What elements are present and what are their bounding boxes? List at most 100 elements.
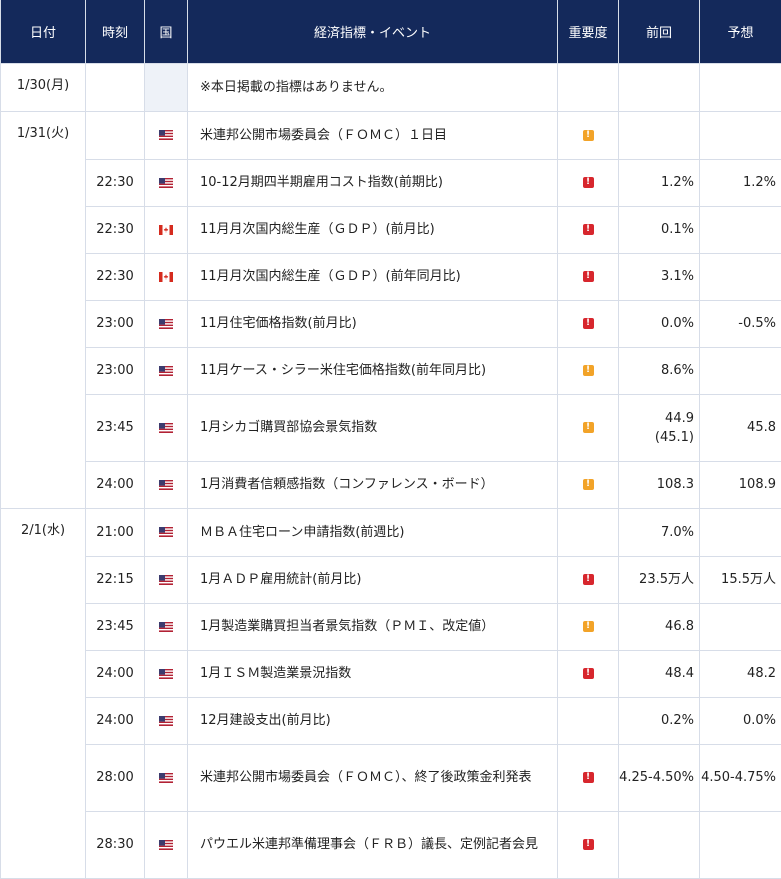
country-cell [145, 394, 188, 461]
table-row: 23:451月シカゴ購買部協会景気指数!44.9(45.1)45.8 [1, 394, 781, 461]
time-cell: 24:00 [86, 697, 145, 744]
importance-high-icon: ! [583, 772, 594, 783]
date-cell [1, 603, 86, 650]
country-cell [145, 300, 188, 347]
importance-cell [558, 509, 619, 557]
importance-mid-icon: ! [583, 130, 594, 141]
date-cell [1, 461, 86, 509]
date-cell [1, 394, 86, 461]
event-cell: 米連邦公開市場委員会（ＦＯＭＣ）、終了後政策金利発表 [188, 744, 558, 811]
forecast-cell: 108.9 [700, 461, 781, 509]
previous-cell: 48.4 [619, 650, 700, 697]
us-flag-icon [159, 423, 173, 433]
importance-cell: ! [558, 461, 619, 509]
forecast-cell: 15.5万人 [700, 556, 781, 603]
importance-cell: ! [558, 159, 619, 206]
previous-cell: 0.0% [619, 300, 700, 347]
forecast-cell [700, 811, 781, 879]
importance-cell: ! [558, 300, 619, 347]
country-cell [145, 206, 188, 253]
time-cell: 23:45 [86, 394, 145, 461]
table-row: 22:30 11月月次国内総生産（ＧＤＰ）(前年同月比)!3.1% [1, 253, 781, 300]
date-cell [1, 206, 86, 253]
date-cell [1, 556, 86, 603]
table-row: 22:3011月月次国内総生産（ＧＤＰ）(前月比)!0.1% [1, 206, 781, 253]
previous-cell: 23.5万人 [619, 556, 700, 603]
ca-flag-icon [159, 272, 173, 282]
time-cell [86, 64, 145, 112]
event-cell: パウエル米連邦準備理事会（ＦＲＢ）議長、定例記者会見 [188, 811, 558, 879]
header-previous: 前回 [619, 0, 700, 64]
event-cell: 11月住宅価格指数(前月比) [188, 300, 558, 347]
importance-cell [558, 697, 619, 744]
us-flag-icon [159, 480, 173, 490]
country-cell [145, 159, 188, 206]
event-cell: 11月月次国内総生産（ＧＤＰ）(前月比) [188, 206, 558, 253]
us-flag-icon [159, 773, 173, 783]
importance-high-icon: ! [583, 574, 594, 585]
importance-mid-icon: ! [583, 422, 594, 433]
us-flag-icon [159, 130, 173, 140]
importance-cell: ! [558, 206, 619, 253]
country-cell [145, 697, 188, 744]
previous-cell: 7.0% [619, 509, 700, 557]
date-cell [1, 811, 86, 879]
table-row: 2/1(水)21:00ＭＢＡ住宅ローン申請指数(前週比)7.0% [1, 509, 781, 557]
previous-cell: 0.2% [619, 697, 700, 744]
time-cell: 21:00 [86, 509, 145, 557]
us-flag-icon [159, 575, 173, 585]
header-time: 時刻 [86, 0, 145, 64]
importance-cell: ! [558, 556, 619, 603]
forecast-cell: 0.0% [700, 697, 781, 744]
time-cell: 22:15 [86, 556, 145, 603]
forecast-cell: 4.50-4.75% [700, 744, 781, 811]
importance-high-icon: ! [583, 224, 594, 235]
country-cell [145, 461, 188, 509]
time-cell: 22:30 [86, 253, 145, 300]
importance-high-icon: ! [583, 318, 594, 329]
previous-cell: 108.3 [619, 461, 700, 509]
previous-cell: 1.2% [619, 159, 700, 206]
time-cell: 23:45 [86, 603, 145, 650]
previous-cell: 44.9(45.1) [619, 394, 700, 461]
country-cell [145, 556, 188, 603]
importance-cell: ! [558, 253, 619, 300]
event-cell: 1月消費者信頼感指数（コンファレンス・ボード） [188, 461, 558, 509]
event-cell: 11月月次国内総生産（ＧＤＰ）(前年同月比) [188, 253, 558, 300]
event-cell: 1月ＡＤＰ雇用統計(前月比) [188, 556, 558, 603]
time-cell: 24:00 [86, 461, 145, 509]
country-cell [145, 650, 188, 697]
us-flag-icon [159, 716, 173, 726]
economic-calendar-table: 日付 時刻 国 経済指標・イベント 重要度 前回 予想 1/30(月)※本日掲載… [0, 0, 781, 879]
time-cell: 28:00 [86, 744, 145, 811]
importance-cell: ! [558, 811, 619, 879]
table-row: 23:0011月ケース・シラー米住宅価格指数(前年同月比)!8.6% [1, 347, 781, 394]
date-cell [1, 300, 86, 347]
time-cell: 24:00 [86, 650, 145, 697]
date-cell [1, 744, 86, 811]
country-cell [145, 509, 188, 557]
table-row: 22:15 1月ＡＤＰ雇用統計(前月比)! 23.5万人15.5万人 [1, 556, 781, 603]
previous-revised-value: (45.1) [619, 428, 694, 447]
event-cell: 10-12月期四半期雇用コスト指数(前期比) [188, 159, 558, 206]
forecast-cell [700, 64, 781, 112]
previous-cell: 3.1% [619, 253, 700, 300]
time-cell: 23:00 [86, 347, 145, 394]
forecast-cell [700, 347, 781, 394]
header-country: 国 [145, 0, 188, 64]
table-row: 24:001月ＩＳＭ製造業景況指数!48.448.2 [1, 650, 781, 697]
country-cell [145, 603, 188, 650]
importance-cell [558, 64, 619, 112]
importance-cell: ! [558, 347, 619, 394]
event-cell: 米連邦公開市場委員会（ＦＯＭＣ）１日目 [188, 112, 558, 160]
forecast-cell: 45.8 [700, 394, 781, 461]
importance-high-icon: ! [583, 668, 594, 679]
date-cell [1, 159, 86, 206]
country-cell [145, 64, 188, 112]
time-cell: 23:00 [86, 300, 145, 347]
previous-cell [619, 112, 700, 160]
country-cell [145, 253, 188, 300]
forecast-cell: -0.5% [700, 300, 781, 347]
date-cell: 2/1(水) [1, 509, 86, 557]
date-cell [1, 347, 86, 394]
